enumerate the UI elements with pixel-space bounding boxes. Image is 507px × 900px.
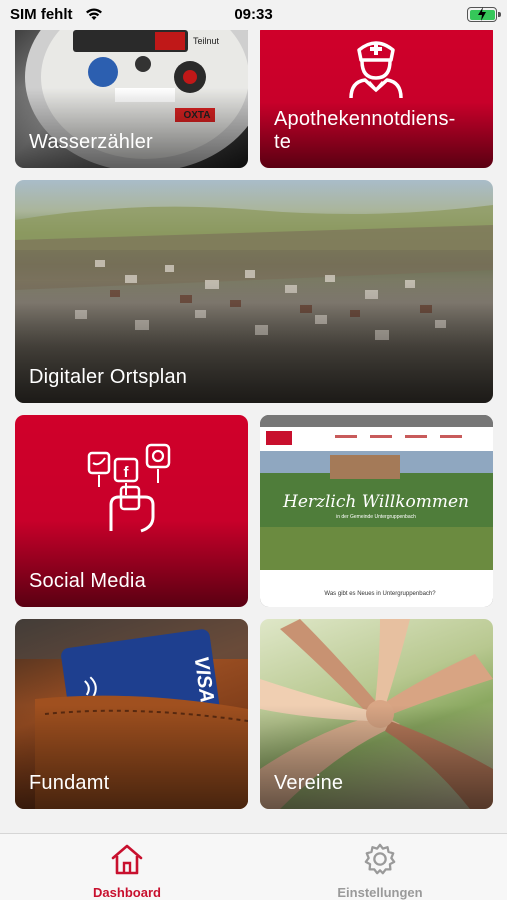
tab-einstellungen[interactable]: Einstellungen [305, 842, 455, 900]
tile-label: Fundamt [29, 772, 110, 794]
meter-brand-text: Teilnut [193, 36, 220, 46]
charging-bolt-icon [478, 7, 486, 21]
clock: 09:33 [234, 6, 273, 23]
social-media-icon: f [87, 443, 171, 533]
tab-dashboard-label: Dashboard [93, 885, 161, 900]
tile-label: Social Media [29, 570, 146, 592]
meter-model-text: OXTA [183, 110, 210, 121]
tile-website[interactable]: Herzlich Willkommen in der Gemeinde Unte… [260, 415, 493, 607]
website-footer-text: Was gibt es Neues in Untergruppenbach? [324, 591, 436, 597]
tile-label: Vereine [274, 772, 344, 794]
tile-fundamt[interactable]: VISA Fundamt [15, 619, 248, 809]
home-icon [111, 844, 143, 875]
tile-label: Digitaler Ortsplan [29, 366, 188, 388]
tile-label: Wasserzähler [29, 131, 153, 153]
gear-icon [364, 843, 396, 875]
website-banner-text: Herzlich Willkommen [282, 492, 469, 512]
tile-wasserzaehler[interactable]: OXTA Teilnut Wasserzähler [15, 22, 248, 168]
status-bar: SIM fehlt 09:33 [0, 0, 507, 30]
tab-bar: Dashboard Einstellungen [0, 833, 507, 900]
battery-icon [467, 7, 501, 22]
tab-dashboard[interactable]: Dashboard [52, 842, 202, 900]
website-banner-subtext: in der Gemeinde Untergruppenbach [336, 514, 416, 520]
tile-social-media[interactable]: f Social Media [15, 415, 248, 607]
tile-label: Apothekennotdiens- te [274, 108, 456, 153]
tile-ortsplan[interactable]: Digitaler Ortsplan [15, 180, 493, 403]
tab-einstellungen-label: Einstellungen [337, 885, 423, 900]
svg-text:f: f [124, 464, 130, 481]
tile-vereine[interactable]: Vereine [260, 619, 493, 809]
tile-label: Website [274, 568, 348, 590]
tile-apotheken[interactable]: Apothekennotdiens- te [260, 22, 493, 168]
nurse-icon [349, 41, 403, 99]
